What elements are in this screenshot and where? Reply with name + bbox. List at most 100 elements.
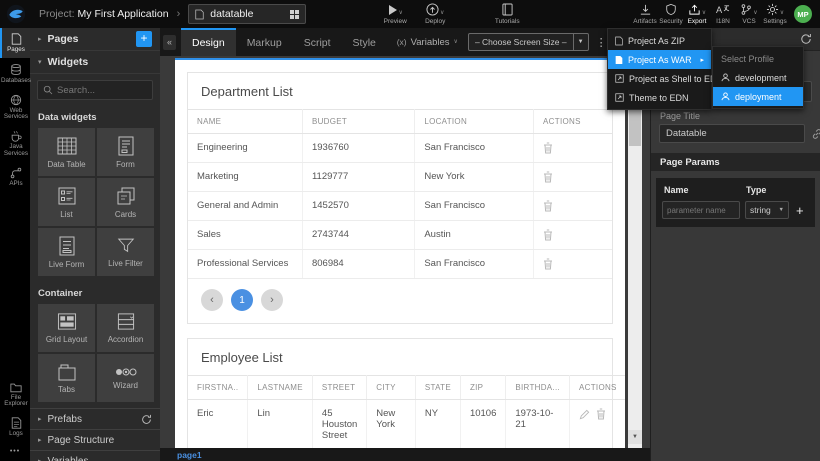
scroll-down-icon[interactable]: ▼ [628,430,642,444]
table-row[interactable]: EricLin45 Houston StreetNew YorkNY101061… [188,400,625,449]
rail-item-pages[interactable]: Pages [0,28,30,58]
table-row[interactable]: General and Admin1452570San Francisco [188,192,612,221]
current-page-button[interactable]: 1 [231,289,253,311]
canvas-scrollbar[interactable]: ▼ [628,56,642,448]
add-page-button[interactable]: + [136,31,152,47]
edit-icon[interactable] [579,409,590,420]
add-param-button[interactable]: + [794,203,806,218]
delete-icon[interactable] [543,142,603,154]
widget-tile-wizard[interactable]: Wizard [97,354,154,402]
employee-table[interactable]: FIRSTNA.. LASTNAME STREET CITY STATE ZIP… [188,375,625,448]
collapse-panel-button[interactable]: « [163,35,176,50]
department-table[interactable]: NAME BUDGET LOCATION ACTIONS Engineering… [188,109,612,279]
delete-icon[interactable] [543,258,603,270]
chevron-down-icon[interactable]: ∨ [399,10,403,16]
settings-button[interactable]: ∨ Settings [762,3,788,25]
pages-section-header[interactable]: ▸ Pages + [30,28,160,51]
user-avatar[interactable]: MP [794,5,812,23]
column-header[interactable]: LASTNAME [248,376,313,400]
submenu-item-development[interactable]: development [713,68,803,87]
delete-icon[interactable] [596,408,606,420]
widget-tile-data-table[interactable]: Data Table [38,128,95,176]
page-selector[interactable]: datatable [188,4,306,24]
tab-markup[interactable]: Markup [236,28,293,56]
deploy-button[interactable]: ∨ Deploy [422,3,448,25]
submenu-item-deployment[interactable]: deployment [713,87,803,106]
rail-more-button[interactable]: ••• [0,442,30,461]
bind-link-icon[interactable] [811,128,820,140]
widget-tile-list[interactable]: List [38,178,95,226]
variables-dropdown[interactable]: (x) Variables ∨ [397,37,458,48]
rail-item-databases[interactable]: Databases [0,58,30,89]
tab-script[interactable]: Script [293,28,342,56]
rail-item-web-services[interactable]: Web Services [0,89,30,126]
widget-tile-live-form[interactable]: Live Form [38,228,95,276]
screen-size-select[interactable]: – Choose Screen Size – ▼ [468,33,589,51]
column-header[interactable]: BIRTHDA... [506,376,570,400]
column-header[interactable]: ACTIONS [570,376,625,400]
param-type-select[interactable]: string ▼ [745,201,789,219]
menu-item-theme-to-edn[interactable]: Theme to EDN [608,88,711,107]
menu-item-project-as-zip[interactable]: Project As ZIP [608,31,711,50]
column-header[interactable]: BUDGET [302,110,414,134]
widget-tile-cards[interactable]: Cards [97,178,154,226]
wavemaker-logo-icon[interactable] [3,2,29,26]
widget-tile-live-filter[interactable]: Live Filter [97,228,154,276]
page-structure-section-header[interactable]: ▸ Page Structure [30,429,160,450]
prefabs-section-header[interactable]: ▸ Prefabs [30,408,160,429]
security-button[interactable]: Security [658,3,684,25]
chevron-down-icon[interactable]: ∨ [440,10,444,16]
variables-section-header[interactable]: ▸ Variables [30,450,160,461]
column-header[interactable]: LOCATION [415,110,534,134]
delete-icon[interactable] [543,171,603,183]
tab-style[interactable]: Style [342,28,387,56]
widget-tile-grid-layout[interactable]: Grid Layout [38,304,95,352]
pages-grid-icon[interactable] [290,10,299,19]
chevron-down-icon[interactable]: ∨ [702,10,706,16]
column-header[interactable]: ZIP [460,376,505,400]
artifacts-button[interactable]: Artifacts [632,3,658,25]
page-canvas[interactable]: Department List NAME BUDGET LOCATION ACT… [175,58,625,448]
column-header[interactable]: STATE [415,376,460,400]
tutorials-button[interactable]: Tutorials [494,3,520,25]
export-button[interactable]: ∨ Export [684,3,710,25]
table-row[interactable]: Sales2743744Austin [188,221,612,250]
column-header[interactable]: STREET [312,376,366,400]
chevron-down-icon[interactable]: ∨ [753,10,757,16]
widget-tile-tabs[interactable]: Tabs [38,354,95,402]
department-list-widget[interactable]: Department List NAME BUDGET LOCATION ACT… [187,72,613,324]
widget-tile-form[interactable]: Form [97,128,154,176]
table-row[interactable]: Marketing1129777New York [188,163,612,192]
vcs-button[interactable]: ∨ VCS [736,3,762,25]
bottom-page-tab[interactable]: page1 [177,450,202,460]
rail-item-java-services[interactable]: Java Services [0,125,30,162]
delete-icon[interactable] [543,200,603,212]
prev-page-button[interactable]: ‹ [201,289,223,311]
page-title-input[interactable] [659,124,805,143]
menu-item-project-as-shell-to-edn[interactable]: Project as Shell to EDN [608,69,711,88]
widget-search-input[interactable] [57,85,147,96]
employee-list-widget[interactable]: Employee List FIRSTNA.. LASTNAME STREET … [187,338,613,448]
param-name-input[interactable] [662,201,740,219]
rail-item-file-explorer[interactable]: File Explorer [0,377,30,413]
widget-tile-accordion[interactable]: Accordion [97,304,154,352]
column-header[interactable]: NAME [188,110,302,134]
column-header[interactable]: ACTIONS [534,110,612,134]
refresh-icon[interactable] [800,33,812,45]
menu-item-project-as-war[interactable]: Project As WAR ▸ [608,50,711,69]
tab-design[interactable]: Design [181,28,236,56]
rail-item-apis[interactable]: APIs [0,162,30,192]
table-row[interactable]: Engineering1936760San Francisco [188,134,612,163]
delete-icon[interactable] [543,229,603,241]
refresh-icon[interactable] [141,414,152,425]
kebab-menu-button[interactable]: ⋮ [596,36,607,49]
widgets-section-header[interactable]: ▾ Widgets [30,51,160,74]
column-header[interactable]: CITY [367,376,416,400]
breadcrumb[interactable]: Project: My First Application [39,8,169,20]
i18n-button[interactable]: A I18N [710,3,736,25]
rail-item-logs[interactable]: Logs [0,412,30,442]
table-row[interactable]: Professional Services806984San Francisco [188,250,612,279]
next-page-button[interactable]: › [261,289,283,311]
preview-button[interactable]: ∨ Preview [382,3,408,25]
page-params-header[interactable]: Page Params [651,153,820,171]
